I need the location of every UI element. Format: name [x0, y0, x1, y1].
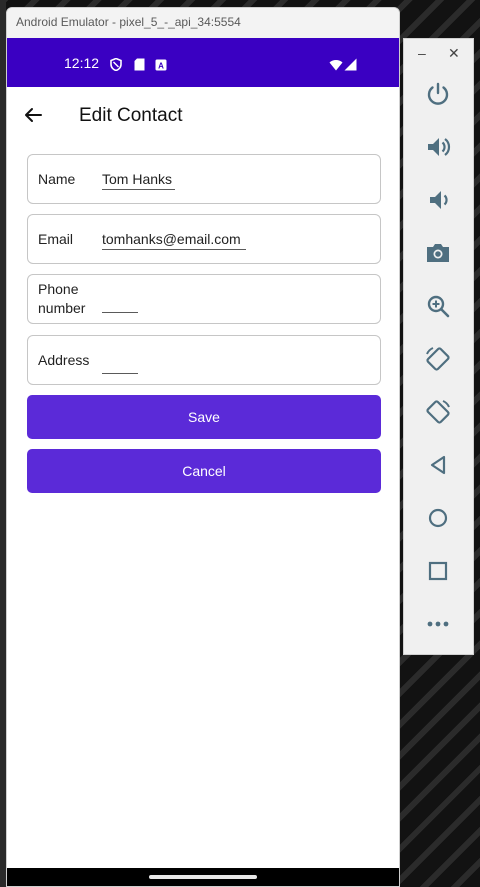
- status-time: 12:12: [64, 55, 100, 71]
- shield-icon: [110, 56, 122, 72]
- phone-screen: 12:12 A Edit Contact Name Tom Hanks Emai…: [7, 38, 399, 886]
- page-title: Edit Contact: [79, 105, 183, 126]
- name-field-card: Name: [27, 154, 381, 204]
- svg-text:A: A: [158, 61, 164, 70]
- name-label: Name: [38, 171, 76, 187]
- minimize-button[interactable]: –: [418, 45, 426, 61]
- emulator-window: Android Emulator - pixel_5_-_api_34:5554…: [6, 7, 400, 887]
- gesture-nav-bar: [7, 868, 399, 886]
- address-input[interactable]: [102, 352, 138, 374]
- app-bar: Edit Contact: [7, 87, 399, 145]
- side-panel-header: – ✕: [404, 39, 475, 69]
- home-icon[interactable]: [424, 504, 452, 532]
- rotate-right-icon[interactable]: [424, 398, 452, 426]
- name-input[interactable]: [102, 168, 175, 190]
- rotate-left-icon[interactable]: [424, 345, 452, 373]
- signal-icon: [344, 56, 358, 71]
- emulator-side-panel: – ✕: [403, 38, 474, 655]
- phone-input[interactable]: [102, 291, 138, 313]
- volume-down-icon[interactable]: [424, 186, 452, 214]
- volume-up-icon[interactable]: [424, 133, 452, 161]
- close-button[interactable]: ✕: [448, 45, 460, 62]
- phone-field-card: Phone number: [27, 274, 381, 324]
- email-label: Email: [38, 231, 74, 247]
- zoom-icon[interactable]: [424, 292, 452, 320]
- wifi-icon: [329, 56, 343, 71]
- arrow-back-icon[interactable]: [21, 103, 45, 127]
- gesture-handle[interactable]: [149, 875, 257, 879]
- camera-icon[interactable]: [424, 239, 452, 267]
- phone-label: Phone number: [38, 281, 86, 316]
- status-bar: 12:12 A: [7, 38, 399, 87]
- overview-icon[interactable]: [424, 557, 452, 585]
- email-field-card: Email: [27, 214, 381, 264]
- more-icon[interactable]: [424, 610, 452, 638]
- address-label: Address: [38, 352, 90, 368]
- save-button[interactable]: Save: [27, 395, 381, 439]
- power-icon[interactable]: [424, 80, 452, 108]
- back-icon[interactable]: [424, 451, 452, 479]
- email-input[interactable]: [102, 228, 246, 250]
- cancel-button[interactable]: Cancel: [27, 449, 381, 493]
- emulator-title: Android Emulator - pixel_5_-_api_34:5554: [7, 8, 399, 38]
- sd-card-icon: [134, 56, 146, 71]
- a-notification-icon: A: [155, 56, 167, 71]
- address-field-card: Address: [27, 335, 381, 385]
